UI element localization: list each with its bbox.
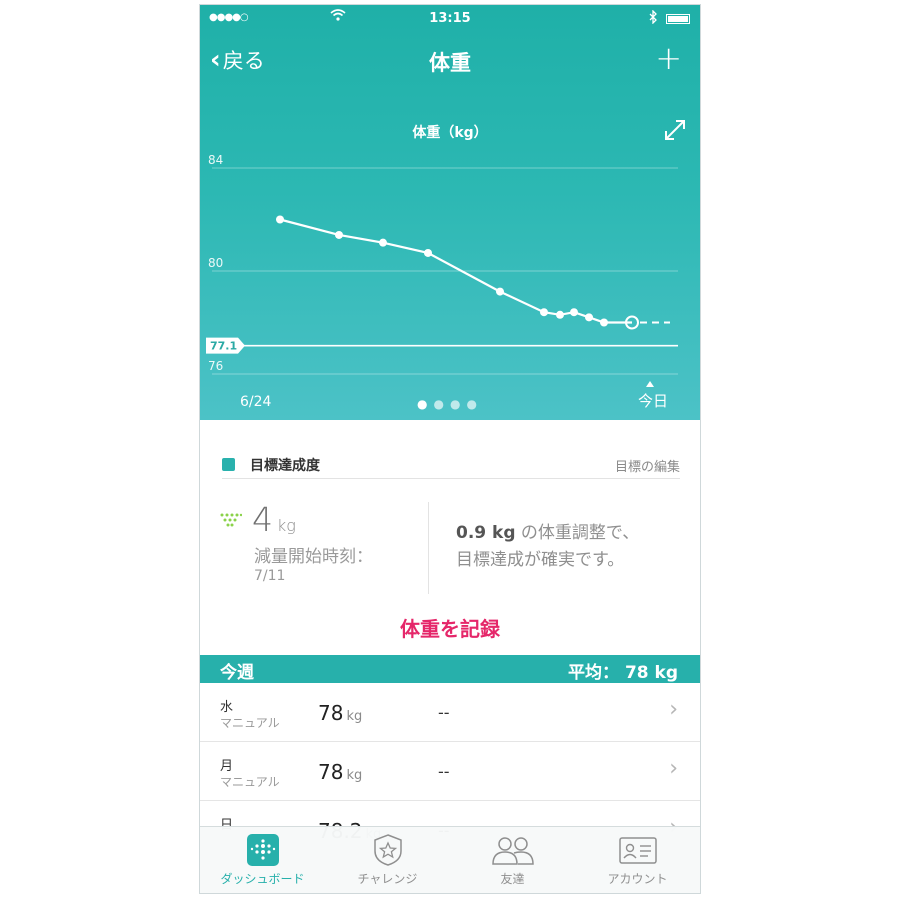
- page-dot: ●: [466, 397, 483, 411]
- week-header: 今週 平均： 78 kg: [200, 655, 700, 683]
- log-weight-button[interactable]: 体重を記録: [200, 613, 700, 642]
- row-extra: --: [438, 762, 450, 781]
- divider: [428, 502, 429, 594]
- y-tick-label: 80: [208, 256, 223, 270]
- tab-label: チャレンジ: [357, 872, 418, 886]
- loss-start-label: 減量開始時刻：: [254, 547, 373, 567]
- loss-unit: kg: [277, 516, 296, 535]
- data-point: [540, 308, 548, 317]
- row-weight-value: 78: [318, 701, 344, 725]
- advice-line-1: の体重調整で、: [515, 523, 640, 543]
- weight-loss-value: 4 kg: [252, 500, 296, 539]
- row-weight-value: 78: [318, 760, 344, 784]
- today-marker-icon: [646, 381, 654, 387]
- data-point: [585, 313, 593, 322]
- week-title: 今週: [220, 663, 254, 683]
- advice-line-2: 目標達成が確実です。: [456, 550, 625, 570]
- weight-loss-dots-icon: [220, 512, 243, 527]
- weight-hero: ●●●●○ 13:15 ‹ 戻る 体重 + 体重（kg） 84 80 76 77.1 6: [200, 5, 700, 420]
- row-weight: 78 kg: [318, 760, 362, 784]
- phone-screen: ●●●●○ 13:15 ‹ 戻る 体重 + 体重（kg） 84 80 76 77.1 6: [199, 4, 701, 894]
- friends-icon: [450, 833, 575, 869]
- advice-amount: 0.9 kg: [456, 523, 516, 543]
- row-day: 水: [220, 700, 234, 715]
- challenge-badge-icon: [325, 833, 450, 869]
- page-indicator: ●●●●: [200, 397, 700, 411]
- tab-label: ダッシュボード: [220, 872, 305, 886]
- dashboard-icon: [200, 833, 325, 869]
- row-source: マニュアル: [220, 775, 280, 789]
- data-point: [424, 248, 432, 257]
- goal-progress-card: 目標達成度 目標の編集 4 kg 減量開始時刻： 7/11 0.9 kg の体重調…: [200, 420, 700, 655]
- row-extra: --: [438, 703, 450, 722]
- week-average: 平均： 78 kg: [568, 663, 678, 683]
- tab-account[interactable]: アカウント: [575, 833, 700, 887]
- row-weight-unit: kg: [346, 709, 363, 724]
- chevron-right-icon: ›: [669, 756, 678, 781]
- account-card-icon: [575, 833, 700, 869]
- y-tick-label: 84: [208, 153, 223, 167]
- weight-chart[interactable]: 84807677.16/24 今日: [200, 5, 701, 420]
- goal-flag-icon: [222, 458, 235, 471]
- tab-bar: ダッシュボード チャレンジ 友達 アカウント: [200, 826, 700, 893]
- loss-start-date: 7/11: [254, 568, 286, 584]
- data-point: [600, 318, 608, 327]
- row-weight-unit: kg: [346, 768, 363, 783]
- tab-friends[interactable]: 友達: [450, 833, 575, 887]
- tab-label: アカウント: [607, 872, 668, 886]
- row-day: 月: [220, 759, 234, 774]
- data-point: [276, 215, 284, 224]
- data-point: [496, 287, 504, 296]
- tab-challenge[interactable]: チャレンジ: [325, 833, 450, 887]
- data-point: [335, 230, 343, 239]
- goal-label: 77.1: [210, 340, 237, 353]
- data-point: [556, 310, 564, 319]
- data-point: [379, 238, 387, 247]
- goal-advice: 0.9 kg の体重調整で、 目標達成が確実です。: [456, 520, 639, 574]
- chevron-right-icon: ›: [669, 697, 678, 722]
- tab-dashboard[interactable]: ダッシュボード: [200, 833, 325, 887]
- edit-goal-link[interactable]: 目標の編集: [615, 456, 680, 475]
- page-dot: ●: [433, 397, 450, 411]
- y-tick-label: 76: [208, 359, 223, 373]
- list-item[interactable]: 水 マニュアル 78 kg -- ›: [200, 683, 700, 742]
- page-dot: ●: [417, 397, 434, 411]
- data-point: [570, 308, 578, 317]
- loss-amount: 4: [252, 500, 273, 539]
- page-dot: ●: [450, 397, 467, 411]
- tab-label: 友達: [500, 872, 525, 886]
- row-source: マニュアル: [220, 716, 280, 730]
- row-weight: 78 kg: [318, 701, 362, 725]
- list-item[interactable]: 月 マニュアル 78 kg -- ›: [200, 742, 700, 801]
- goal-header: 目標達成度 目標の編集: [222, 452, 680, 479]
- goal-title: 目標達成度: [250, 458, 320, 474]
